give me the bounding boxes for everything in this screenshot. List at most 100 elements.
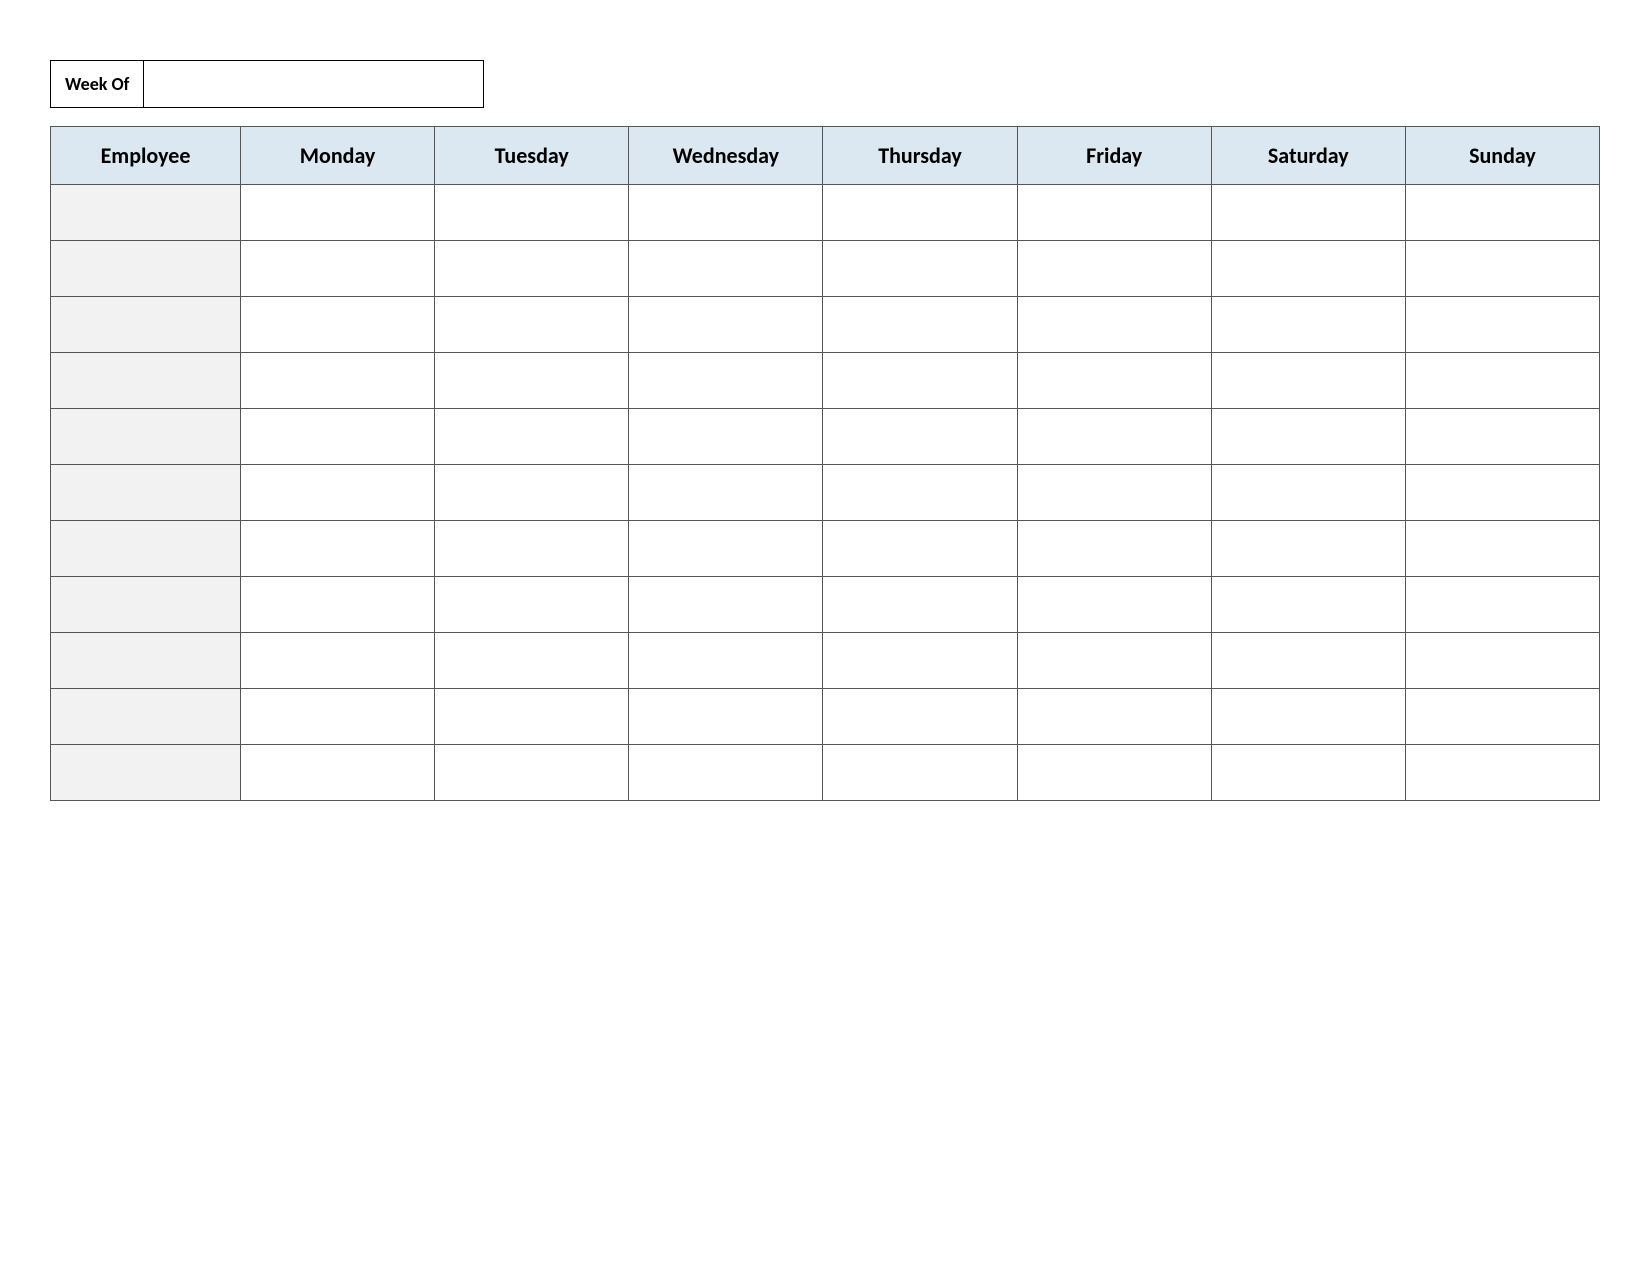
schedule-cell[interactable] <box>629 409 823 465</box>
schedule-cell[interactable] <box>435 521 629 577</box>
schedule-cell[interactable] <box>629 465 823 521</box>
table-row <box>51 241 1600 297</box>
schedule-cell[interactable] <box>435 241 629 297</box>
header-tuesday: Tuesday <box>435 127 629 185</box>
employee-cell[interactable] <box>51 185 241 241</box>
schedule-cell[interactable] <box>1017 577 1211 633</box>
schedule-cell[interactable] <box>823 633 1017 689</box>
schedule-cell[interactable] <box>241 409 435 465</box>
schedule-cell[interactable] <box>1405 689 1599 745</box>
schedule-table: Employee Monday Tuesday Wednesday Thursd… <box>50 126 1600 801</box>
schedule-cell[interactable] <box>629 353 823 409</box>
schedule-cell[interactable] <box>241 297 435 353</box>
table-row <box>51 745 1600 801</box>
schedule-cell[interactable] <box>1211 241 1405 297</box>
schedule-cell[interactable] <box>435 633 629 689</box>
schedule-cell[interactable] <box>823 353 1017 409</box>
schedule-cell[interactable] <box>1405 241 1599 297</box>
schedule-cell[interactable] <box>823 465 1017 521</box>
employee-cell[interactable] <box>51 297 241 353</box>
schedule-cell[interactable] <box>435 409 629 465</box>
schedule-cell[interactable] <box>1211 185 1405 241</box>
table-row <box>51 577 1600 633</box>
schedule-cell[interactable] <box>1211 353 1405 409</box>
employee-cell[interactable] <box>51 409 241 465</box>
table-row <box>51 521 1600 577</box>
schedule-cell[interactable] <box>1405 297 1599 353</box>
table-row <box>51 353 1600 409</box>
schedule-cell[interactable] <box>1211 689 1405 745</box>
schedule-cell[interactable] <box>1405 521 1599 577</box>
schedule-cell[interactable] <box>241 353 435 409</box>
schedule-cell[interactable] <box>1405 353 1599 409</box>
schedule-cell[interactable] <box>1017 689 1211 745</box>
schedule-cell[interactable] <box>241 465 435 521</box>
schedule-cell[interactable] <box>1405 577 1599 633</box>
schedule-cell[interactable] <box>1211 577 1405 633</box>
schedule-cell[interactable] <box>1405 633 1599 689</box>
schedule-cell[interactable] <box>1211 297 1405 353</box>
table-row <box>51 465 1600 521</box>
schedule-cell[interactable] <box>1211 521 1405 577</box>
schedule-cell[interactable] <box>1405 185 1599 241</box>
schedule-cell[interactable] <box>1211 745 1405 801</box>
schedule-cell[interactable] <box>1017 521 1211 577</box>
schedule-cell[interactable] <box>629 689 823 745</box>
week-of-input[interactable] <box>144 60 484 108</box>
schedule-cell[interactable] <box>1017 297 1211 353</box>
schedule-cell[interactable] <box>1405 465 1599 521</box>
schedule-cell[interactable] <box>1405 409 1599 465</box>
schedule-cell[interactable] <box>241 185 435 241</box>
schedule-cell[interactable] <box>823 521 1017 577</box>
schedule-cell[interactable] <box>823 409 1017 465</box>
employee-cell[interactable] <box>51 577 241 633</box>
schedule-cell[interactable] <box>629 297 823 353</box>
employee-cell[interactable] <box>51 241 241 297</box>
employee-cell[interactable] <box>51 465 241 521</box>
schedule-cell[interactable] <box>241 745 435 801</box>
schedule-cell[interactable] <box>1211 633 1405 689</box>
schedule-cell[interactable] <box>1017 409 1211 465</box>
table-row <box>51 409 1600 465</box>
schedule-cell[interactable] <box>629 241 823 297</box>
schedule-cell[interactable] <box>1017 185 1211 241</box>
schedule-cell[interactable] <box>435 353 629 409</box>
schedule-cell[interactable] <box>823 689 1017 745</box>
schedule-cell[interactable] <box>1017 745 1211 801</box>
schedule-cell[interactable] <box>1017 633 1211 689</box>
employee-cell[interactable] <box>51 633 241 689</box>
schedule-cell[interactable] <box>823 745 1017 801</box>
schedule-cell[interactable] <box>241 633 435 689</box>
schedule-cell[interactable] <box>435 745 629 801</box>
schedule-cell[interactable] <box>1017 353 1211 409</box>
schedule-cell[interactable] <box>435 689 629 745</box>
schedule-cell[interactable] <box>629 577 823 633</box>
table-row <box>51 633 1600 689</box>
schedule-cell[interactable] <box>1211 409 1405 465</box>
schedule-cell[interactable] <box>435 185 629 241</box>
schedule-cell[interactable] <box>1017 465 1211 521</box>
schedule-cell[interactable] <box>629 185 823 241</box>
employee-cell[interactable] <box>51 745 241 801</box>
schedule-cell[interactable] <box>1017 241 1211 297</box>
schedule-cell[interactable] <box>1405 745 1599 801</box>
schedule-cell[interactable] <box>823 185 1017 241</box>
schedule-cell[interactable] <box>1211 465 1405 521</box>
schedule-cell[interactable] <box>241 241 435 297</box>
schedule-cell[interactable] <box>629 745 823 801</box>
table-row <box>51 297 1600 353</box>
schedule-cell[interactable] <box>241 577 435 633</box>
employee-cell[interactable] <box>51 521 241 577</box>
schedule-cell[interactable] <box>629 633 823 689</box>
schedule-cell[interactable] <box>435 577 629 633</box>
employee-cell[interactable] <box>51 689 241 745</box>
schedule-cell[interactable] <box>241 689 435 745</box>
schedule-cell[interactable] <box>823 297 1017 353</box>
schedule-cell[interactable] <box>629 521 823 577</box>
schedule-cell[interactable] <box>823 241 1017 297</box>
schedule-cell[interactable] <box>823 577 1017 633</box>
schedule-cell[interactable] <box>435 297 629 353</box>
schedule-cell[interactable] <box>241 521 435 577</box>
schedule-cell[interactable] <box>435 465 629 521</box>
employee-cell[interactable] <box>51 353 241 409</box>
